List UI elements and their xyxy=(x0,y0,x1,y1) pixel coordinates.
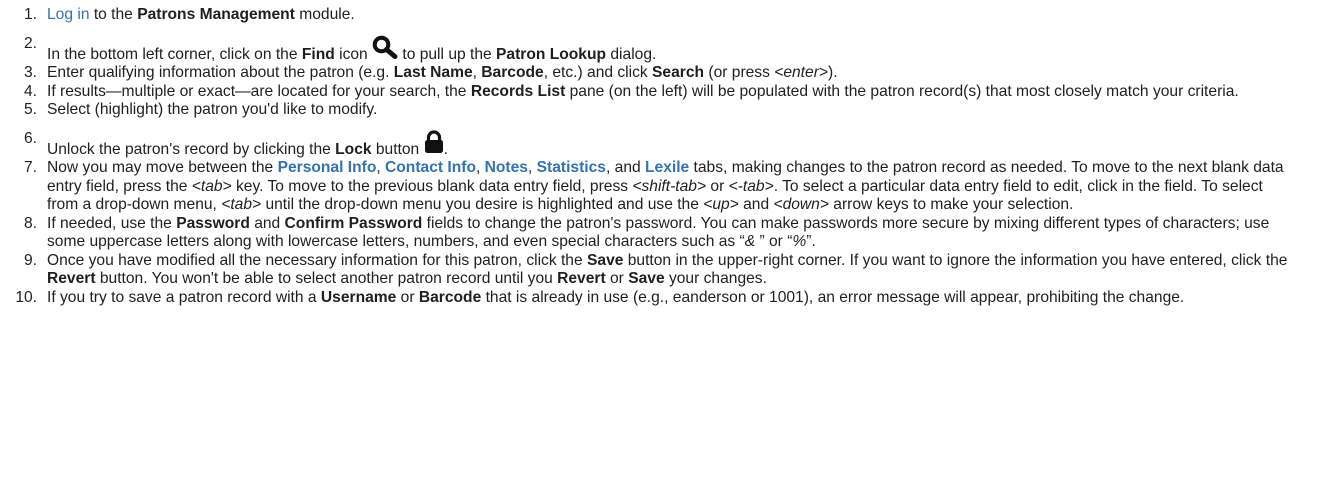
step-text: button in the upper-right corner. If you… xyxy=(623,251,1288,269)
step-text: Once you have modified all the necessary… xyxy=(47,251,587,269)
step-bold: Lock xyxy=(335,140,372,158)
step-text: , xyxy=(376,159,386,176)
step-10: 10. If you try to save a patron record w… xyxy=(0,289,1318,308)
step-text: ”. xyxy=(806,233,816,250)
step-text: ). xyxy=(828,64,838,81)
step-text: Select (highlight) the patron you'd like… xyxy=(47,101,378,118)
step-number: 2. xyxy=(23,34,37,52)
step-text: (or press xyxy=(704,64,775,81)
step-text: Enter qualifying information about the p… xyxy=(47,64,394,81)
step-bold: Barcode xyxy=(418,288,482,306)
step-7: 7. Now you may move between the Personal… xyxy=(0,159,1318,215)
key-name: <tab> xyxy=(221,196,262,213)
personal-info-link[interactable]: Personal Info xyxy=(278,159,377,176)
step-number: 6. xyxy=(23,129,37,147)
step-9: 9. Once you have modified all the necess… xyxy=(0,252,1318,289)
step-bold: Confirm Password xyxy=(284,214,423,232)
key-name: <-tab> xyxy=(728,177,774,195)
step-bold: Find xyxy=(301,45,335,63)
step-bold: Revert xyxy=(557,270,606,287)
step-bold: Save xyxy=(628,270,665,287)
notes-link[interactable]: Notes xyxy=(485,159,528,176)
step-text: or xyxy=(706,177,729,195)
step-text: or xyxy=(605,270,629,287)
step-text: , xyxy=(475,159,485,176)
step-bold: Search xyxy=(652,64,705,81)
step-number: 1. xyxy=(23,6,37,23)
step-number: 4. xyxy=(23,82,37,100)
step-number: 5. xyxy=(23,101,37,118)
step-text: , xyxy=(527,159,537,176)
step-text: If needed, use the xyxy=(47,214,177,232)
step-text: and xyxy=(738,196,774,213)
step-text: , and xyxy=(605,159,645,176)
step-text: and xyxy=(249,214,285,232)
step-number: 9. xyxy=(23,251,37,269)
contact-info-link[interactable]: Contact Info xyxy=(385,159,476,176)
step-text: key. To move to the previous blank data … xyxy=(231,177,633,195)
step-4: 4. If results—multiple or exact—are loca… xyxy=(0,83,1318,102)
step-text: to the xyxy=(89,6,138,23)
step-text: or xyxy=(396,288,419,306)
step-bold: Save xyxy=(587,251,624,269)
lock-icon xyxy=(424,129,444,160)
step-text: pane (on the left) will be populated wit… xyxy=(565,82,1239,100)
step-number: 3. xyxy=(23,64,37,81)
step-text: that is already in use (e.g., eanderson … xyxy=(481,288,1185,306)
step-number: 8. xyxy=(23,214,37,232)
step-bold: Patron Lookup xyxy=(496,45,607,63)
step-text: Now you may move between the xyxy=(47,159,278,176)
lexile-link[interactable]: Lexile xyxy=(645,159,689,176)
step-2: 2. In the bottom left corner, click on t… xyxy=(0,35,1318,65)
special-char: % xyxy=(792,233,807,250)
step-bold: Revert xyxy=(47,270,96,287)
step-text: your changes. xyxy=(664,270,767,287)
instruction-list: 1. Log in to the Patrons Management modu… xyxy=(0,6,1318,307)
step-number: 7. xyxy=(23,159,37,176)
step-text: , etc.) and click xyxy=(543,64,653,81)
step-text: Unlock the patron's record by clicking t… xyxy=(47,140,336,158)
key-name: <up> xyxy=(703,196,739,213)
step-1: 1. Log in to the Patrons Management modu… xyxy=(0,6,1318,25)
step-bold: Patrons Management xyxy=(137,6,295,23)
step-6: 6. Unlock the patron's record by clickin… xyxy=(0,130,1318,160)
step-text: If you try to save a patron record with … xyxy=(47,288,321,306)
step-bold: Records List xyxy=(470,82,566,100)
log-in-link[interactable]: Log in xyxy=(47,6,90,23)
step-text: ” or “ xyxy=(755,233,793,250)
step-text: icon xyxy=(334,45,373,63)
key-name: <down> xyxy=(773,196,829,213)
step-bold: Password xyxy=(176,214,250,232)
search-icon xyxy=(372,35,398,65)
step-3: 3. Enter qualifying information about th… xyxy=(0,64,1318,83)
step-text: button. You won't be able to select anot… xyxy=(95,270,558,287)
step-8: 8. If needed, use the Password and Confi… xyxy=(0,215,1318,252)
statistics-link[interactable]: Statistics xyxy=(537,159,606,176)
step-text: button xyxy=(371,140,424,158)
step-text: dialog. xyxy=(606,45,657,63)
key-name: <shift-tab> xyxy=(632,177,707,195)
step-5: 5. Select (highlight) the patron you'd l… xyxy=(0,101,1318,120)
step-text: module. xyxy=(294,6,355,23)
step-text: In the bottom left corner, click on the xyxy=(47,45,302,63)
step-text: . xyxy=(443,140,448,158)
step-text: If results—multiple or exact—are located… xyxy=(47,82,471,100)
step-text: until the drop-down menu you desire is h… xyxy=(261,196,704,213)
step-bold: Barcode xyxy=(481,64,544,81)
key-name: <tab> xyxy=(191,177,232,195)
step-bold: Username xyxy=(320,288,397,306)
step-text: to pull up the xyxy=(398,45,497,63)
step-number: 10. xyxy=(15,288,37,306)
special-char: & xyxy=(744,233,756,250)
key-name: <enter> xyxy=(774,64,828,81)
step-text: , xyxy=(472,64,482,81)
step-bold: Last Name xyxy=(393,64,473,81)
step-text: arrow keys to make your selection. xyxy=(828,196,1074,213)
